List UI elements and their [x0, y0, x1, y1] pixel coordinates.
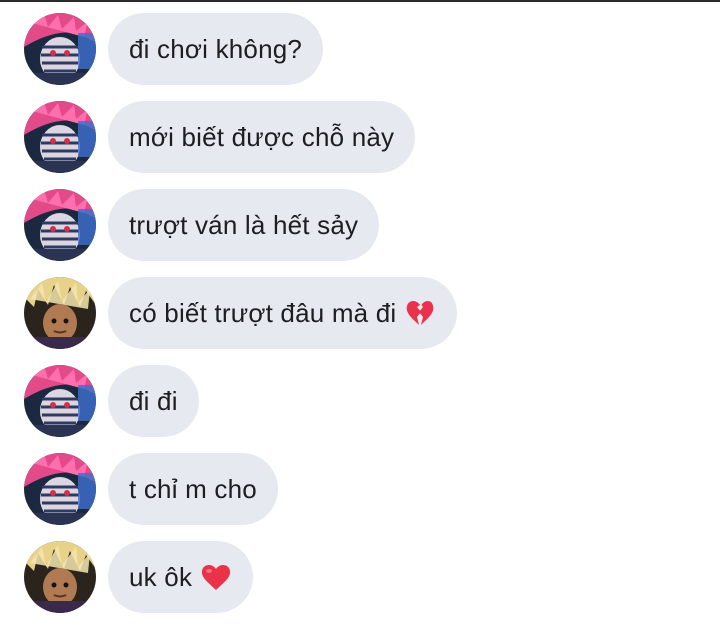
message-row: trượt ván là hết sảy	[0, 189, 720, 277]
avatar-pink-hair-user[interactable]	[24, 365, 96, 437]
avatar-pink-hair-user[interactable]	[24, 13, 96, 85]
message-bubble[interactable]: đi chơi không?	[108, 13, 324, 85]
red-heart-icon	[200, 561, 232, 593]
message-text: uk ôk	[129, 561, 193, 592]
message-bubble[interactable]: uk ôk	[108, 541, 254, 613]
message-row: t chỉ m cho	[0, 453, 720, 541]
message-text: t chỉ m cho	[129, 473, 257, 504]
message-row: uk ôk	[0, 541, 720, 629]
message-bubble[interactable]: đi đi	[108, 365, 199, 437]
message-bubble[interactable]: trượt ván là hết sảy	[108, 189, 380, 261]
message-text: đi chơi không?	[129, 33, 303, 64]
avatar-pink-hair-user[interactable]	[24, 101, 96, 173]
message-bubble[interactable]: có biết trượt đâu mà đi	[108, 277, 458, 349]
message-text: có biết trượt đâu mà đi	[129, 297, 397, 328]
avatar-pink-hair-user[interactable]	[24, 453, 96, 525]
message-text: mới biết được chỗ này	[129, 121, 395, 152]
message-bubble[interactable]: t chỉ m cho	[108, 453, 278, 525]
message-thread: đi chơi không? mới biết được chỗ này trư…	[0, 13, 720, 629]
broken-heart-icon	[404, 297, 436, 329]
message-row: có biết trượt đâu mà đi	[0, 277, 720, 365]
message-row: đi đi	[0, 365, 720, 453]
message-text: trượt ván là hết sảy	[129, 209, 359, 240]
message-row: mới biết được chỗ này	[0, 101, 720, 189]
avatar-blond-hair-user[interactable]	[24, 541, 96, 613]
avatar-blond-hair-user[interactable]	[24, 277, 96, 349]
message-text: đi đi	[129, 385, 178, 416]
message-bubble[interactable]: mới biết được chỗ này	[108, 101, 416, 173]
message-row: đi chơi không?	[0, 13, 720, 101]
top-divider	[0, 0, 720, 2]
avatar-pink-hair-user[interactable]	[24, 189, 96, 261]
